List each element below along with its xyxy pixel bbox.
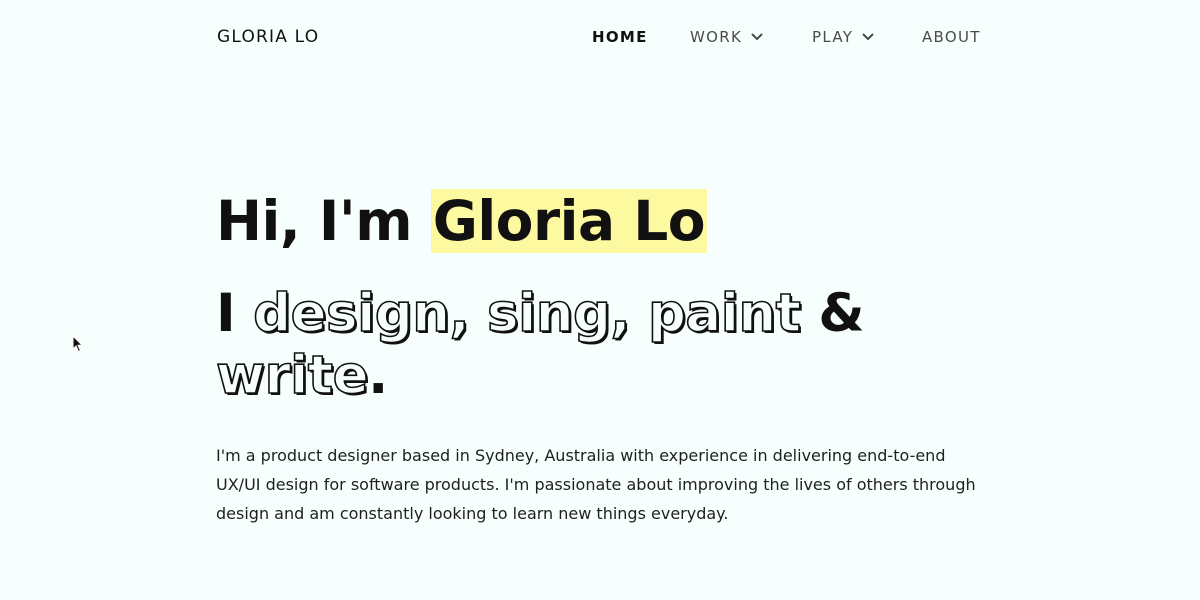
- hero-sub-prefix: I: [216, 283, 254, 344]
- hero-period: .: [368, 345, 388, 406]
- chevron-down-icon: [862, 33, 874, 41]
- hero-heading: Hi, I'm Gloria Lo: [216, 188, 708, 254]
- nav-play-dropdown[interactable]: PLAY: [812, 27, 874, 47]
- nav-work-dropdown[interactable]: WORK: [690, 27, 763, 47]
- hero-subheading: I design, sing, paint & write.: [215, 282, 916, 407]
- nav-home-label: HOME: [592, 28, 648, 46]
- hero-outline-activities: design, sing, paint: [252, 282, 801, 345]
- hero-greeting: Hi, I'm: [216, 189, 431, 253]
- chevron-down-icon: [751, 33, 763, 41]
- nav-home-link[interactable]: HOME: [592, 27, 648, 47]
- intro-paragraph: I'm a product designer based in Sydney, …: [216, 446, 976, 523]
- top-navigation: GLORIA LO HOME WORK PLAY ABOUT: [0, 0, 1200, 74]
- hero-outline-write: write: [215, 344, 369, 407]
- nav-work-label: WORK: [690, 28, 743, 46]
- nav-about-label: ABOUT: [922, 28, 981, 46]
- nav-about-link[interactable]: ABOUT: [922, 27, 981, 47]
- mouse-pointer-icon: [72, 334, 84, 353]
- nav-play-label: PLAY: [812, 28, 854, 46]
- site-logo-link[interactable]: GLORIA LO: [217, 27, 319, 47]
- hero-name-highlight: Gloria Lo: [430, 189, 708, 253]
- hero-ampersand: &: [800, 283, 865, 344]
